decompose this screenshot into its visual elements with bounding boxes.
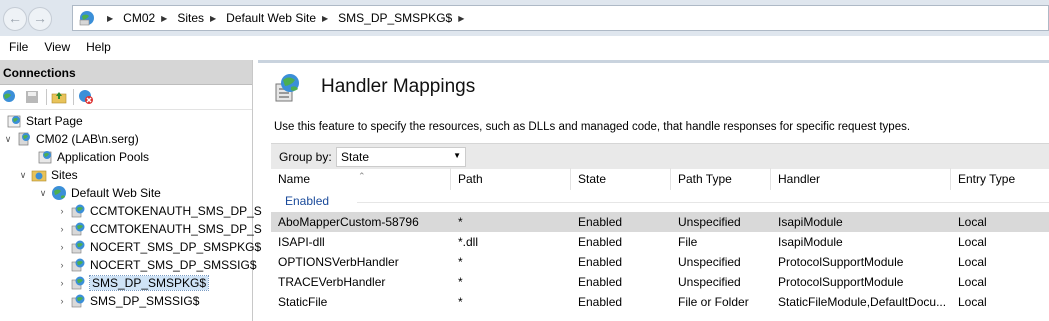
forward-button[interactable]: → (28, 7, 52, 31)
tree-item-label: SMS_DP_SMSPKG$ (88, 275, 210, 291)
sites-folder-icon (31, 170, 47, 182)
sort-caret-icon: ⌃ (358, 171, 366, 181)
column-header-handler[interactable]: Handler (771, 168, 951, 190)
breadcrumb-item[interactable]: Default Web Site (226, 11, 316, 25)
tree-item-application[interactable]: › CCMTOKENAUTH_SMS_DP_S (57, 220, 262, 238)
column-header-name[interactable]: Name ⌃ (271, 168, 451, 190)
chevron-right-icon: ▶ (210, 13, 217, 23)
tree-item-label: SMS_DP_SMSSIG$ (90, 294, 200, 308)
server-icon (18, 132, 30, 146)
column-header-entry-type[interactable]: Entry Type (951, 168, 1049, 190)
connect-icon[interactable] (2, 89, 18, 105)
chevron-right-icon[interactable]: › (57, 278, 67, 288)
tree-item-sites[interactable]: ∨ Sites (18, 166, 78, 184)
web-application-icon (71, 240, 85, 254)
web-application-icon (71, 222, 85, 236)
chevron-right-icon: ▶ (161, 13, 168, 23)
column-header-path[interactable]: Path (451, 168, 571, 190)
globe-icon (79, 11, 94, 26)
chevron-right-icon: ▶ (322, 13, 329, 23)
chevron-right-icon[interactable]: › (57, 224, 67, 234)
tree-item-label: CCMTOKENAUTH_SMS_DP_S (90, 204, 262, 218)
connections-panel: Connections Start Page ∨ CM02 (LAB\n.ser… (0, 60, 262, 321)
web-application-icon (71, 204, 85, 218)
table-row[interactable]: AboMapperCustom-58796 * Enabled Unspecif… (271, 212, 1049, 232)
tree-item-start-page[interactable]: Start Page (6, 112, 83, 130)
group-by-dropdown[interactable]: State ▼ (336, 147, 466, 167)
chevron-right-icon[interactable]: › (57, 242, 67, 252)
handler-mappings-icon (275, 74, 299, 102)
chevron-right-icon: ▶ (107, 13, 114, 23)
address-bar: ← → ▶ CM02 ▶ Sites ▶ Default Web Site ▶ … (0, 0, 1049, 37)
column-header-path-type[interactable]: Path Type (671, 168, 771, 190)
toolbar-separator (73, 89, 74, 105)
chevron-right-icon[interactable]: › (57, 296, 67, 306)
menu-help[interactable]: Help (86, 40, 111, 54)
group-by-label: Group by: (279, 150, 332, 164)
chevron-down-icon[interactable]: ∨ (18, 170, 28, 181)
chevron-right-icon: ▶ (458, 13, 465, 23)
tree-item-label: NOCERT_SMS_DP_SMSPKG$ (90, 240, 262, 254)
web-application-icon (71, 276, 85, 290)
tree-item-default-web-site[interactable]: ∨ Default Web Site (38, 184, 161, 202)
column-header-state[interactable]: State (571, 168, 671, 190)
page-title: Handler Mappings (321, 76, 476, 97)
tree-item-label: Default Web Site (71, 186, 161, 200)
tree-item-label: NOCERT_SMS_DP_SMSSIG$ (90, 258, 257, 272)
web-application-icon (71, 294, 85, 308)
table-row[interactable]: TRACEVerbHandler * Enabled Unspecified P… (271, 272, 1049, 292)
tree-item-selected-application[interactable]: › SMS_DP_SMSPKG$ (57, 274, 210, 292)
table-row[interactable]: OPTIONSVerbHandler * Enabled Unspecified… (271, 252, 1049, 272)
breadcrumb-item[interactable]: Sites (177, 11, 204, 25)
breadcrumb-item[interactable]: SMS_DP_SMSPKG$ (338, 11, 452, 25)
main-content: Handler Mappings Use this feature to spe… (258, 60, 1049, 321)
chevron-down-icon: ▼ (453, 151, 461, 160)
group-by-bar: Group by: State ▼ (271, 143, 1049, 169)
menu-file[interactable]: File (9, 40, 28, 54)
save-icon[interactable] (24, 89, 40, 105)
tree-item-application[interactable]: › SMS_DP_SMSSIG$ (57, 292, 200, 310)
application-pools-icon (38, 151, 52, 164)
breadcrumb[interactable]: ▶ CM02 ▶ Sites ▶ Default Web Site ▶ SMS_… (72, 5, 1049, 31)
chevron-right-icon[interactable]: › (57, 206, 67, 216)
page-description: Use this feature to specify the resource… (274, 121, 911, 133)
connections-title: Connections (0, 60, 252, 85)
group-by-value: State (341, 150, 370, 164)
tree-item-application[interactable]: › NOCERT_SMS_DP_SMSSIG$ (57, 256, 257, 274)
tree-item-label: CCMTOKENAUTH_SMS_DP_S (90, 222, 262, 236)
tree-item-label: Sites (51, 168, 78, 182)
globe-icon (52, 186, 66, 200)
folder-up-icon[interactable] (51, 89, 67, 105)
table-row[interactable]: ISAPI-dll *.dll Enabled File IsapiModule… (271, 232, 1049, 252)
group-header-enabled[interactable]: Enabled (285, 194, 329, 208)
start-page-icon (7, 115, 21, 128)
connections-toolbar (0, 85, 252, 110)
tree-item-server[interactable]: ∨ CM02 (LAB\n.serg) (3, 130, 139, 148)
breadcrumb-item[interactable]: CM02 (123, 11, 155, 25)
tree-item-application[interactable]: › NOCERT_SMS_DP_SMSPKG$ (57, 238, 262, 256)
table-row[interactable]: StaticFile * Enabled File or Folder Stat… (271, 292, 1049, 312)
tree-item-label: CM02 (LAB\n.serg) (36, 132, 139, 146)
web-application-icon (71, 258, 85, 272)
menu-view[interactable]: View (44, 40, 70, 54)
tree-item-label: Application Pools (57, 150, 150, 164)
chevron-right-icon[interactable]: › (57, 260, 67, 270)
tree-item-application-pools[interactable]: Application Pools (24, 148, 149, 166)
chevron-down-icon[interactable]: ∨ (38, 188, 48, 199)
disconnect-icon[interactable] (78, 89, 94, 105)
menu-bar: File View Help (0, 36, 1049, 58)
back-button[interactable]: ← (3, 7, 27, 31)
tree-item-application[interactable]: › CCMTOKENAUTH_SMS_DP_S (57, 202, 262, 220)
toolbar-separator (46, 89, 47, 105)
chevron-down-icon[interactable]: ∨ (3, 134, 13, 145)
tree-item-label: Start Page (26, 114, 83, 128)
